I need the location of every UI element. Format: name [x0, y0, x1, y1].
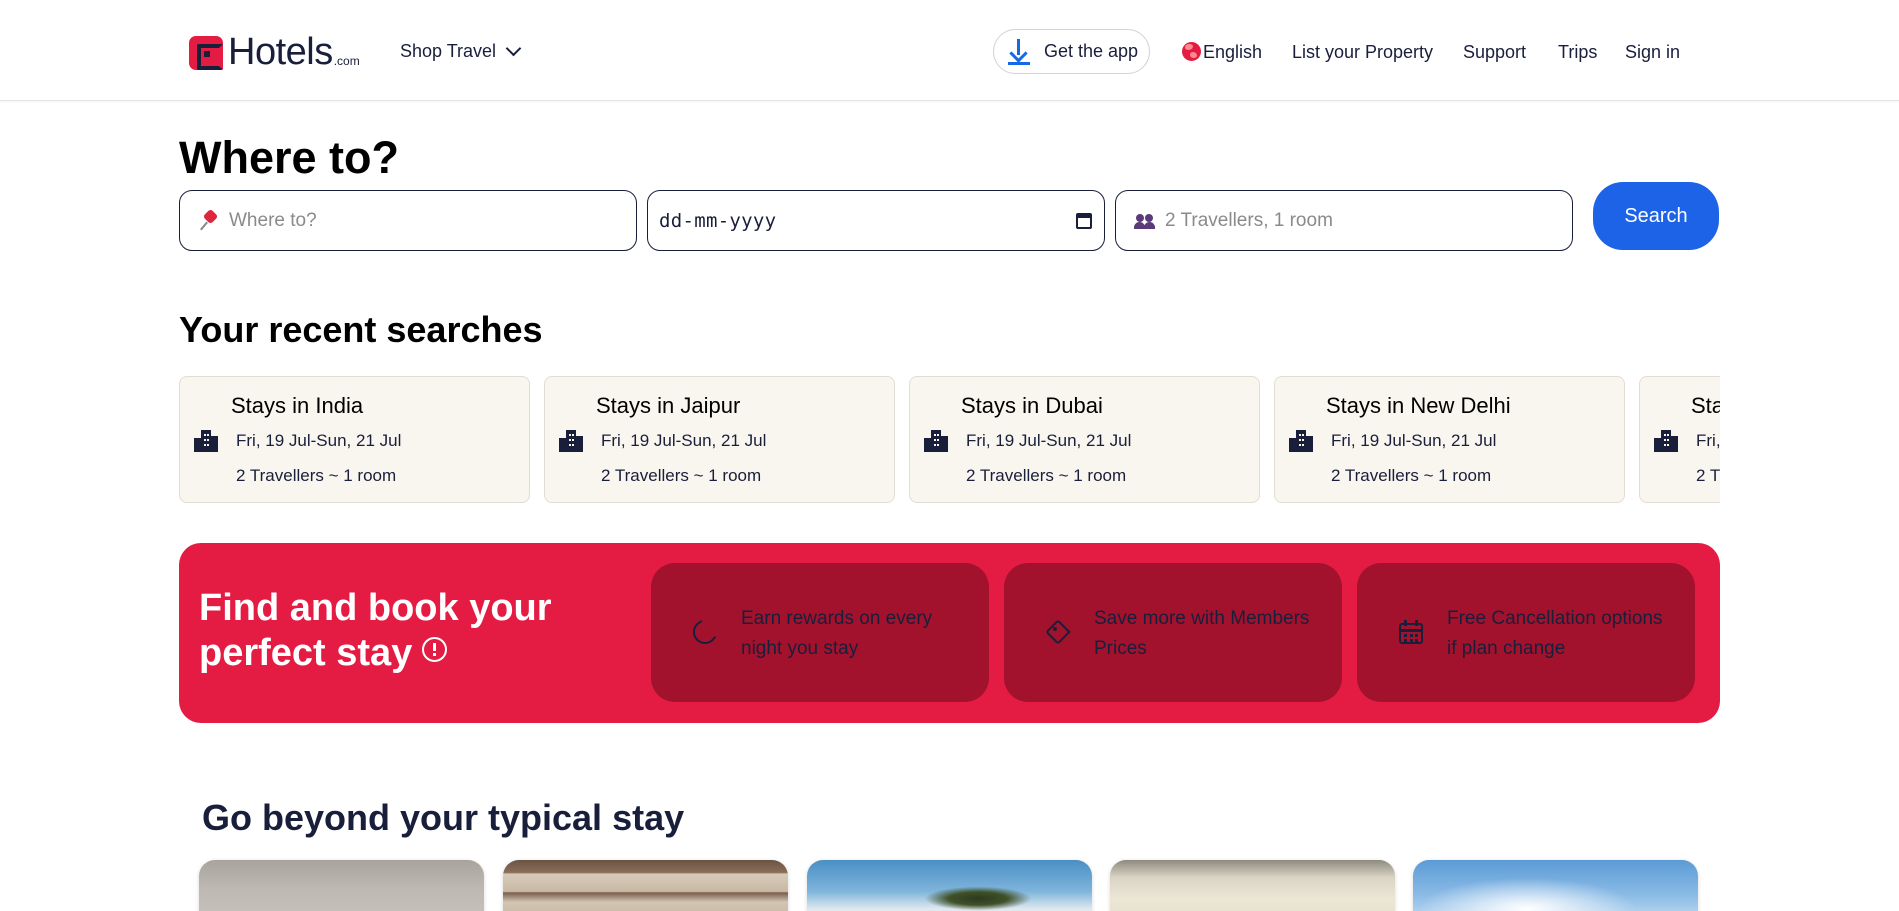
- language-selector[interactable]: English: [1182, 42, 1262, 63]
- chevron-down-icon: [505, 40, 522, 57]
- recent-search-travellers: 2 Travellers ~ 1 room: [601, 466, 762, 485]
- trips-link[interactable]: Trips: [1558, 42, 1597, 63]
- date-input[interactable]: dd-mm-yyyy: [659, 210, 776, 232]
- promo-title: Find and book your perfect stay: [199, 586, 619, 676]
- calendar-icon: [1399, 620, 1425, 646]
- globe-icon: [1182, 42, 1201, 61]
- hotels-logo[interactable]: Hotels .com: [189, 31, 360, 73]
- alert-circle-icon[interactable]: [422, 637, 448, 662]
- recent-search-travellers: 2 Travellers ~ 1 room: [1331, 466, 1492, 485]
- recent-search-travellers: 2 Travellers ~ 1 room: [236, 466, 397, 485]
- recent-search-card[interactable]: Stays in Jaipur Fri, 19 Jul-Sun, 21 Jul …: [544, 376, 895, 503]
- list-property-link[interactable]: List your Property: [1292, 42, 1433, 63]
- language-label: English: [1203, 42, 1263, 62]
- building-icon: [194, 430, 218, 452]
- stay-type-card-image[interactable]: [1110, 860, 1395, 911]
- promo-banner: Find and book your perfect stay Earn rew…: [179, 543, 1720, 723]
- recent-search-card[interactable]: Stays in Dubai Fri, 19 Jul-Sun, 21 Jul 2…: [909, 376, 1260, 503]
- recent-search-title: Stays in New Delhi: [1326, 393, 1511, 418]
- brand-name: Hotels: [228, 31, 333, 73]
- recent-search-title: Stays in Jaipur: [596, 393, 741, 418]
- building-icon: [924, 430, 948, 452]
- travellers-input[interactable]: [1165, 209, 1572, 232]
- travellers-field[interactable]: [1115, 190, 1573, 251]
- promo-card-text: Earn rewards on every night you stay: [741, 608, 933, 659]
- shop-travel-label: Shop Travel: [400, 41, 497, 61]
- go-beyond-title: Go beyond your typical stay: [202, 797, 685, 838]
- date-field[interactable]: dd-mm-yyyy: [647, 190, 1105, 251]
- sign-in-link[interactable]: Sign in: [1625, 42, 1680, 63]
- promo-card-members: Save more with Members Prices: [1004, 563, 1342, 702]
- support-link[interactable]: Support: [1463, 42, 1526, 63]
- destination-input[interactable]: [229, 209, 636, 232]
- recent-search-title: Sta: [1691, 393, 1720, 418]
- get-app-label: Get the app: [1044, 41, 1139, 61]
- building-icon: [559, 430, 583, 452]
- recent-searches-title: Your recent searches: [179, 309, 543, 350]
- page-title: Where to?: [179, 132, 399, 183]
- recent-searches-carousel: Stays in India Fri, 19 Jul-Sun, 21 Jul 2…: [179, 376, 1720, 503]
- download-icon: [1008, 38, 1030, 65]
- recent-search-title: Stays in India: [231, 393, 364, 418]
- search-button[interactable]: Search: [1593, 182, 1719, 250]
- promo-card-rewards: Earn rewards on every night you stay: [651, 563, 989, 702]
- promo-card-cancellation: Free Cancellation options if plan change: [1357, 563, 1695, 702]
- people-icon: [1134, 213, 1156, 229]
- recent-search-card[interactable]: Stays in New Delhi Fri, 19 Jul-Sun, 21 J…: [1274, 376, 1625, 503]
- promo-title-text: Find and book your perfect stay: [199, 587, 552, 674]
- recent-search-dates: Fri, 19 Jul-Sun, 21 Jul: [601, 431, 767, 450]
- get-app-button[interactable]: Get the app: [993, 29, 1150, 74]
- destination-field[interactable]: [179, 190, 637, 251]
- promo-card-text: Save more with Members Prices: [1094, 608, 1310, 659]
- pushpin-icon: [199, 208, 219, 232]
- stay-type-card-image[interactable]: [807, 860, 1092, 911]
- top-header: Hotels .com Shop Travel Get the app Engl…: [0, 0, 1899, 101]
- recent-search-card[interactable]: Stays in India Fri, 19 Jul-Sun, 21 Jul 2…: [179, 376, 530, 503]
- recent-search-travellers: 2 Travellers ~ 1 room: [966, 466, 1127, 485]
- recent-search-dates: Fri,: [1696, 431, 1720, 450]
- stay-type-card-image[interactable]: [199, 860, 484, 911]
- promo-card-text: Free Cancellation options if plan change: [1447, 608, 1663, 659]
- stay-type-card-image[interactable]: [503, 860, 788, 911]
- building-icon: [1289, 430, 1313, 452]
- brand-suffix: .com: [333, 54, 360, 68]
- recent-search-dates: Fri, 19 Jul-Sun, 21 Jul: [966, 431, 1132, 450]
- recent-search-card[interactable]: Sta Fri, 2 Tr: [1639, 376, 1720, 503]
- recent-search-dates: Fri, 19 Jul-Sun, 21 Jul: [236, 431, 402, 450]
- stay-type-card-image[interactable]: [1413, 860, 1698, 911]
- hotels-logo-mark-icon: [189, 36, 223, 70]
- recent-search-travellers: 2 Tr: [1696, 466, 1720, 485]
- building-icon: [1654, 430, 1678, 452]
- calendar-picker-icon[interactable]: [1076, 212, 1092, 229]
- recent-search-dates: Fri, 19 Jul-Sun, 21 Jul: [1331, 431, 1497, 450]
- recent-search-title: Stays in Dubai: [961, 393, 1103, 418]
- tag-icon: [1045, 619, 1072, 646]
- shop-travel-menu[interactable]: Shop Travel: [400, 40, 522, 62]
- moon-icon: [693, 615, 723, 646]
